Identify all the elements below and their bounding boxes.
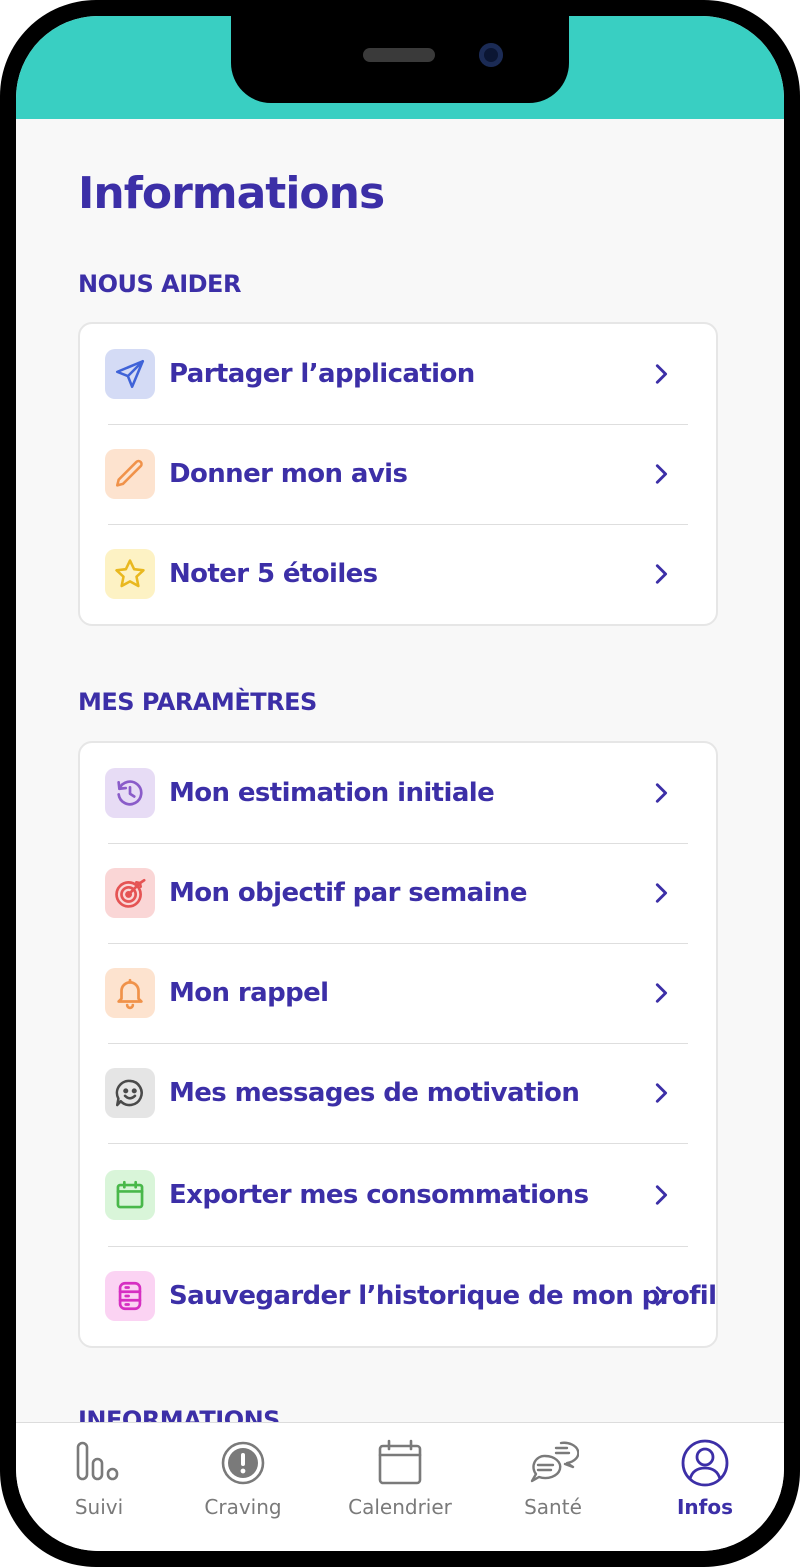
export-consumption-row[interactable]: Exporter mes consommations xyxy=(80,1143,716,1246)
chevron-right-icon xyxy=(650,1184,672,1206)
smile-chat-icon xyxy=(105,1068,155,1118)
save-profile-history-row[interactable]: Sauvegarder l’historique de mon profil xyxy=(80,1246,717,1346)
chevron-right-icon xyxy=(650,463,672,485)
help-card: Partager l’application Donner mon avis N… xyxy=(78,322,718,626)
chevron-right-icon xyxy=(650,782,672,804)
chevron-right-icon xyxy=(650,363,672,385)
tab-label: Santé xyxy=(524,1495,582,1519)
chevron-right-icon xyxy=(650,982,672,1004)
row-label: Exporter mes consommations xyxy=(169,1179,589,1210)
bottom-tab-bar: Suivi Craving Calendrier Santé Infos xyxy=(16,1422,784,1551)
alert-circle-icon xyxy=(217,1437,269,1489)
tab-label: Craving xyxy=(204,1495,282,1519)
row-label: Noter 5 étoiles xyxy=(169,559,378,589)
tab-label: Suivi xyxy=(74,1495,124,1519)
section-title-mes-parametres: MES PARAMÈTRES xyxy=(78,688,317,716)
chevron-right-icon xyxy=(650,1082,672,1104)
screen: Informations NOUS AIDER Partager l’appli… xyxy=(16,16,784,1551)
reminder-row[interactable]: Mon rappel xyxy=(80,943,716,1043)
bell-icon xyxy=(105,968,155,1018)
chat-bubbles-icon xyxy=(527,1437,579,1489)
send-icon xyxy=(105,349,155,399)
row-label: Mon rappel xyxy=(169,978,329,1008)
notch xyxy=(231,16,569,103)
section-title-nous-aider: NOUS AIDER xyxy=(78,270,241,298)
calendar-icon xyxy=(105,1169,155,1220)
tab-label: Infos xyxy=(676,1495,734,1519)
speaker xyxy=(363,48,435,62)
chevron-right-icon xyxy=(650,1285,672,1307)
row-label: Sauvegarder l’historique de mon profil xyxy=(169,1281,717,1311)
tab-calendrier[interactable]: Calendrier xyxy=(335,1437,465,1527)
page-title: Informations xyxy=(78,168,385,219)
target-icon xyxy=(105,868,155,918)
star-icon xyxy=(105,549,155,599)
share-app-row[interactable]: Partager l’application xyxy=(80,324,716,424)
tab-suivi[interactable]: Suivi xyxy=(34,1437,164,1527)
history-icon xyxy=(105,768,155,818)
row-label: Partager l’application xyxy=(169,359,475,389)
calendar-icon xyxy=(374,1437,426,1489)
motivation-messages-row[interactable]: Mes messages de motivation xyxy=(80,1043,716,1143)
settings-card: Mon estimation initiale Mon objectif par… xyxy=(78,741,718,1348)
rate-5-stars-row[interactable]: Noter 5 étoiles xyxy=(80,524,716,624)
tab-infos[interactable]: Infos xyxy=(640,1437,770,1527)
tab-sante[interactable]: Santé xyxy=(488,1437,618,1527)
initial-estimate-row[interactable]: Mon estimation initiale xyxy=(80,743,716,843)
row-label: Mon objectif par semaine xyxy=(169,878,527,908)
row-label: Mes messages de motivation xyxy=(169,1078,580,1108)
pencil-icon xyxy=(105,449,155,499)
give-feedback-row[interactable]: Donner mon avis xyxy=(80,424,716,524)
tab-craving[interactable]: Craving xyxy=(178,1437,308,1527)
tab-label: Calendrier xyxy=(348,1495,452,1519)
bar-chart-icon xyxy=(73,1437,125,1489)
row-label: Donner mon avis xyxy=(169,459,408,489)
chevron-right-icon xyxy=(650,882,672,904)
phone-frame: Informations NOUS AIDER Partager l’appli… xyxy=(0,0,800,1567)
weekly-goal-row[interactable]: Mon objectif par semaine xyxy=(80,843,716,943)
database-icon xyxy=(105,1271,155,1321)
row-label: Mon estimation initiale xyxy=(169,778,495,808)
camera xyxy=(479,43,503,67)
chevron-right-icon xyxy=(650,563,672,585)
user-circle-icon xyxy=(679,1437,731,1489)
